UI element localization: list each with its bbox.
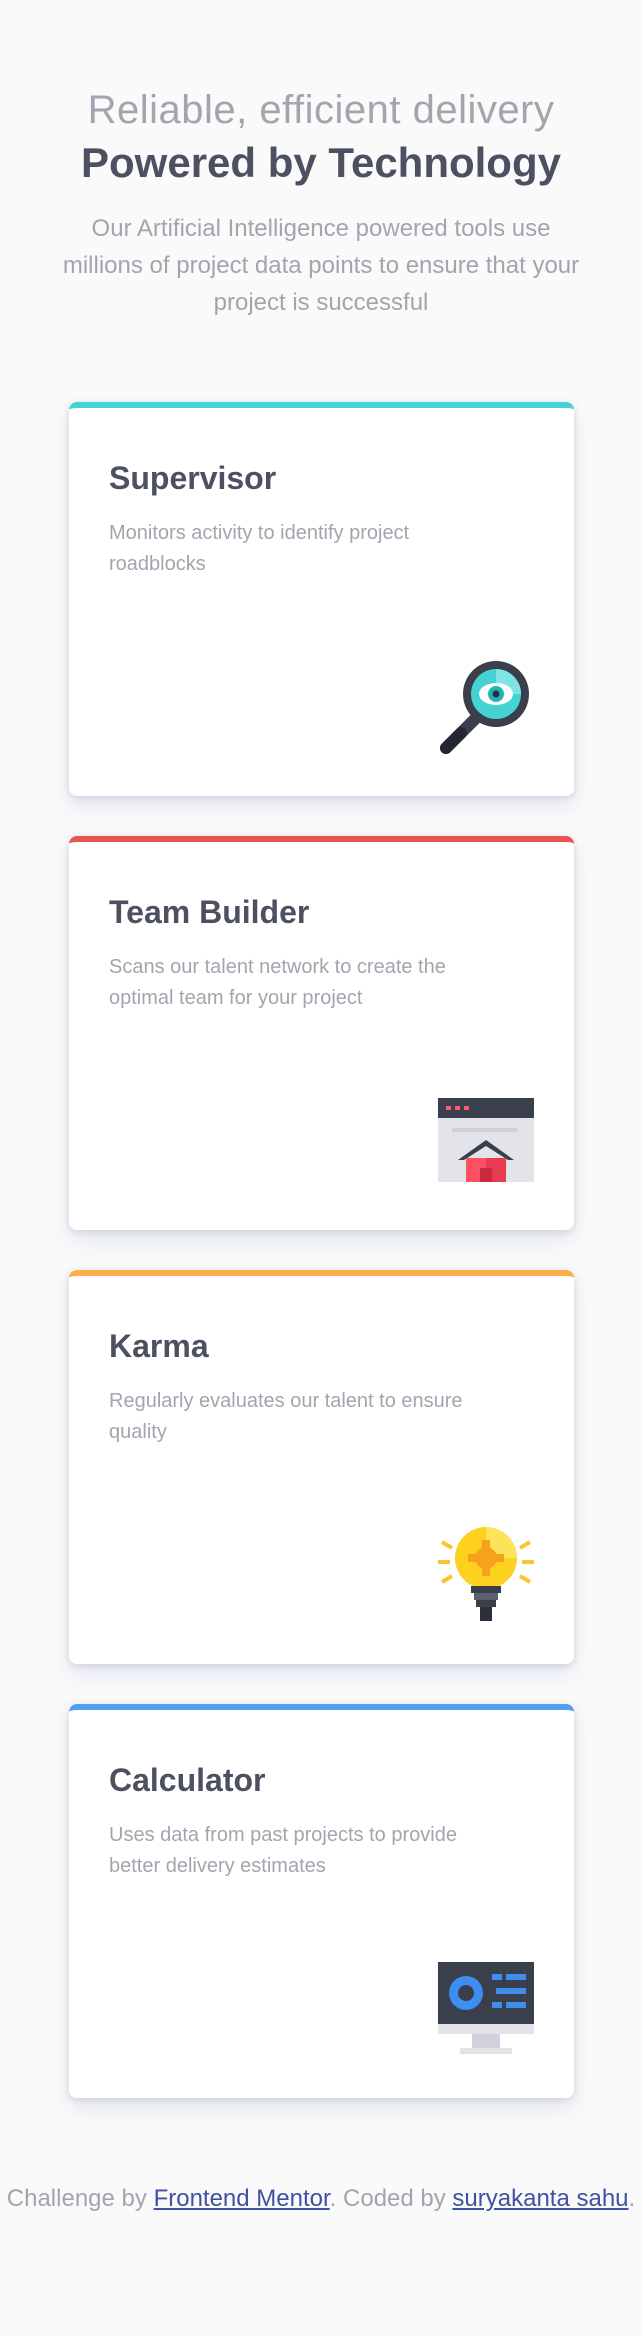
attribution-footer: Challenge by Frontend Mentor. Coded by s… [0, 2180, 642, 2217]
card-title: Supervisor [109, 460, 277, 496]
hero-description: Our Artificial Intelligence powered tool… [62, 215, 580, 316]
card-description: Uses data from past projects to provide … [109, 1824, 457, 1877]
card-description: Scans our talent network to create the o… [109, 956, 446, 1009]
card-description: Regularly evaluates our talent to ensure… [109, 1390, 463, 1443]
card-title: Calculator [109, 1762, 266, 1798]
card-supervisor: Supervisor Monitors activity to identify… [69, 402, 574, 796]
card-calculator: Calculator Uses data from past projects … [69, 1704, 574, 2098]
karma-lightbulb-icon [438, 1527, 534, 1621]
card-title: Team Builder [109, 894, 310, 930]
team-builder-window-icon [438, 1098, 534, 1182]
card-description: Monitors activity to identify project ro… [109, 522, 410, 575]
card-karma: Karma Regularly evaluates our talent to … [69, 1270, 574, 1664]
card-title: Karma [109, 1328, 209, 1364]
calculator-monitor-icon [438, 1962, 534, 2054]
card-team-builder: Team Builder Scans our talent network to… [69, 836, 574, 1230]
footer-prefix: Challenge by [6, 2185, 147, 2212]
author-link[interactable]: suryakanta sahu [452, 2185, 628, 2212]
footer-suffix: . [628, 2185, 636, 2212]
frontend-mentor-link[interactable]: Frontend Mentor [154, 2185, 330, 2212]
hero-section: Reliable, efficient delivery Powered by … [0, 84, 642, 321]
supervisor-magnifier-icon [440, 661, 529, 754]
hero-title: Powered by Technology [81, 139, 561, 186]
footer-middle: . Coded by [329, 2185, 446, 2212]
hero-subtitle: Reliable, efficient delivery [87, 88, 555, 132]
